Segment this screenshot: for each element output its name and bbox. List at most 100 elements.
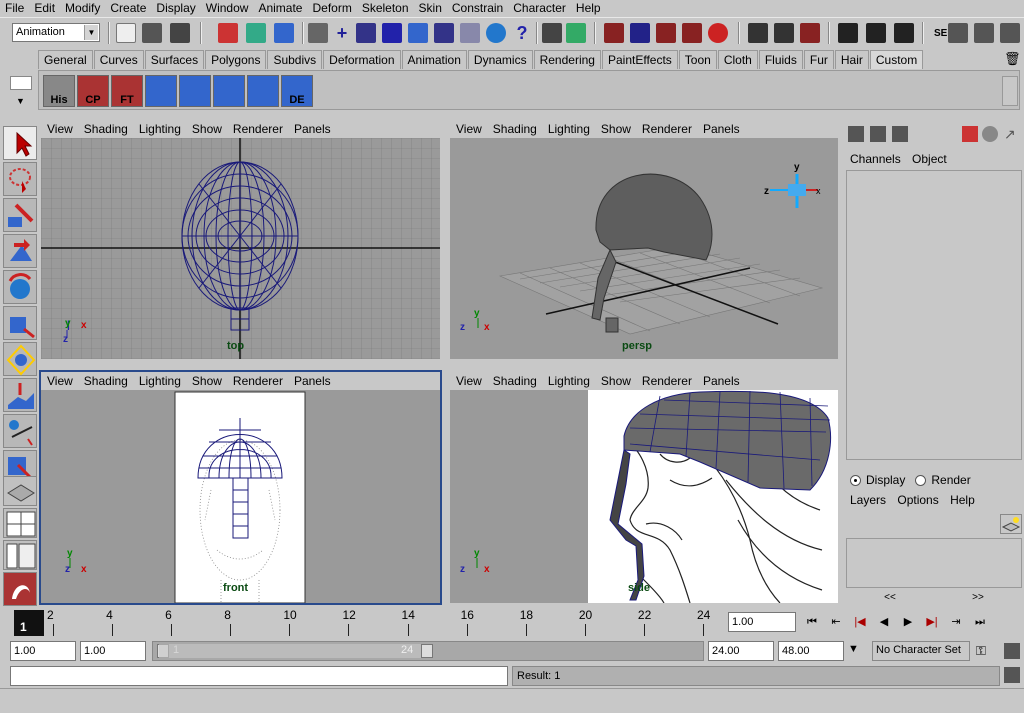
menu-renderer[interactable]: Renderer xyxy=(642,374,692,388)
menu-options[interactable]: Options xyxy=(897,493,938,507)
script-editor-icon[interactable] xyxy=(1004,667,1020,683)
ipr-render-icon[interactable] xyxy=(866,23,886,43)
menu-lighting[interactable]: Lighting xyxy=(548,122,590,136)
arrow-icon[interactable]: ↗ xyxy=(1004,126,1020,142)
shelf-tab-general[interactable]: General xyxy=(38,50,93,69)
mask-menu-icon[interactable] xyxy=(308,23,328,43)
select-face-shelf-button[interactable] xyxy=(179,75,211,107)
cube-shelf-button[interactable] xyxy=(145,75,177,107)
shelf-tab-hair[interactable]: Hair xyxy=(834,50,869,69)
shelf-tab-toon[interactable]: Toon xyxy=(678,50,717,69)
layout-four-icon[interactable] xyxy=(3,508,37,538)
deform-mask-icon[interactable] xyxy=(434,23,454,43)
menu-constrain[interactable]: Constrain xyxy=(447,0,508,16)
play-backward-icon[interactable]: ◀ xyxy=(872,612,896,632)
save-scene-icon[interactable] xyxy=(170,23,190,43)
snap-view-icon[interactable] xyxy=(682,23,702,43)
menu-skeleton[interactable]: Skeleton xyxy=(357,0,414,16)
menu-lighting[interactable]: Lighting xyxy=(139,374,181,388)
menu-show[interactable]: Show xyxy=(601,122,631,136)
menu-skin[interactable]: Skin xyxy=(414,0,447,16)
menu-lighting[interactable]: Lighting xyxy=(548,374,590,388)
menu-window[interactable]: Window xyxy=(201,0,254,16)
delete-edge-shelf-button[interactable]: DE xyxy=(281,75,313,107)
viewport-side[interactable]: View Shading Lighting Show Renderer Pane… xyxy=(448,370,840,605)
menu-panels[interactable]: Panels xyxy=(294,122,331,136)
menu-renderer[interactable]: Renderer xyxy=(642,122,692,136)
trash-icon[interactable]: 🗑 xyxy=(1004,51,1021,67)
select-hierarchy-icon[interactable] xyxy=(218,23,238,43)
menu-panels[interactable]: Panels xyxy=(703,374,740,388)
universal-manip-icon[interactable] xyxy=(3,342,37,376)
menu-shading[interactable]: Shading xyxy=(84,122,128,136)
menu-animate[interactable]: Animate xyxy=(253,0,307,16)
layout-outliner-icon[interactable] xyxy=(3,540,37,570)
input-ops-icon[interactable] xyxy=(748,23,768,43)
menu-view[interactable]: View xyxy=(456,122,482,136)
shelf-tab-subdivs[interactable]: Subdivs xyxy=(267,50,323,69)
chevron-down-icon[interactable]: ▼ xyxy=(16,96,25,106)
paint-select-tool-icon[interactable] xyxy=(3,198,37,232)
help-icon[interactable]: ? xyxy=(512,23,532,43)
move-tool-icon[interactable] xyxy=(3,234,37,268)
render-globals-icon[interactable] xyxy=(894,23,914,43)
menu-channels[interactable]: Channels xyxy=(850,152,901,166)
menu-modify[interactable]: Modify xyxy=(60,0,105,16)
range-bar[interactable] xyxy=(159,644,427,658)
channel-layer-mode-icon[interactable] xyxy=(870,126,886,142)
menu-renderer[interactable]: Renderer xyxy=(233,374,283,388)
render-radio[interactable] xyxy=(915,474,927,486)
snap-curve-icon[interactable] xyxy=(630,23,650,43)
viewport-canvas[interactable]: y z x y z x persp xyxy=(450,138,838,359)
rotate-tool-icon[interactable] xyxy=(3,270,37,304)
highlight-icon[interactable] xyxy=(566,23,586,43)
chevron-down-icon[interactable]: ▼ xyxy=(84,25,98,40)
character-set-selector[interactable]: No Character Set xyxy=(872,641,970,661)
menu-layers[interactable]: Layers xyxy=(850,493,886,507)
shelf-tab-animation[interactable]: Animation xyxy=(401,50,467,69)
shelf-tab-fur[interactable]: Fur xyxy=(803,50,834,69)
play-forward-icon[interactable]: ▶ xyxy=(896,612,920,632)
surface-mask-icon[interactable] xyxy=(408,23,428,43)
menu-panels[interactable]: Panels xyxy=(703,122,740,136)
center-pivot-shelf-button[interactable]: CP xyxy=(77,75,109,107)
start-time-field[interactable]: 1.00 xyxy=(10,641,76,661)
time-slider[interactable]: 1 2 4 6 8 10 12 14 16 18 20 22 24 1.00 ⏮ ⇤ |◀ ◀ ▶ ▶… xyxy=(0,606,1024,638)
menu-file[interactable]: File xyxy=(0,0,29,16)
select-object-icon[interactable] xyxy=(246,23,266,43)
render-mask-icon[interactable] xyxy=(486,23,506,43)
new-layer-icon[interactable] xyxy=(1000,514,1022,534)
playback-end-field[interactable]: 24.00 xyxy=(708,641,774,661)
shelf-tab-fluids[interactable]: Fluids xyxy=(758,50,803,69)
shelf-scrollbar[interactable] xyxy=(1002,76,1018,106)
shading-ball-icon[interactable] xyxy=(982,126,998,142)
freeze-transform-shelf-button[interactable]: FT xyxy=(111,75,143,107)
viewport-persp[interactable]: View Shading Lighting Show Renderer Pane… xyxy=(448,118,840,361)
tool-settings-icon[interactable] xyxy=(974,23,994,43)
shelf-tab-custom[interactable]: Custom xyxy=(869,50,924,69)
viewport-canvas[interactable]: | z y x top xyxy=(41,138,440,359)
shelf-tab-painteffects[interactable]: PaintEffects xyxy=(601,50,678,69)
shelf-tab-curves[interactable]: Curves xyxy=(93,50,144,69)
menu-panels[interactable]: Panels xyxy=(294,374,331,388)
menu-object[interactable]: Object xyxy=(912,152,947,166)
menu-view[interactable]: View xyxy=(47,122,73,136)
edge-loop-shelf-button[interactable] xyxy=(213,75,245,107)
render-view-icon[interactable] xyxy=(838,23,858,43)
shelf-tab-rendering[interactable]: Rendering xyxy=(533,50,601,69)
end-time-field[interactable]: 48.00 xyxy=(778,641,844,661)
shelf-tab-dynamics[interactable]: Dynamics xyxy=(467,50,533,69)
select-component-icon[interactable] xyxy=(274,23,294,43)
range-end-handle[interactable] xyxy=(421,644,433,658)
channel-box-mode-icon[interactable] xyxy=(848,126,864,142)
menu-help[interactable]: Help xyxy=(950,493,975,507)
show-manip-tool-icon[interactable] xyxy=(3,414,37,448)
menu-edit[interactable]: Edit xyxy=(29,0,60,16)
viewport-canvas[interactable]: y z x side xyxy=(450,390,838,603)
shelf-tab-deformation[interactable]: Deformation xyxy=(323,50,401,69)
menu-character[interactable]: Character xyxy=(508,0,571,16)
menu-help[interactable]: Help xyxy=(571,0,606,16)
snap-grid-icon[interactable] xyxy=(604,23,624,43)
open-scene-icon[interactable] xyxy=(142,23,162,43)
step-back-frame-icon[interactable]: |◀ xyxy=(848,612,872,632)
